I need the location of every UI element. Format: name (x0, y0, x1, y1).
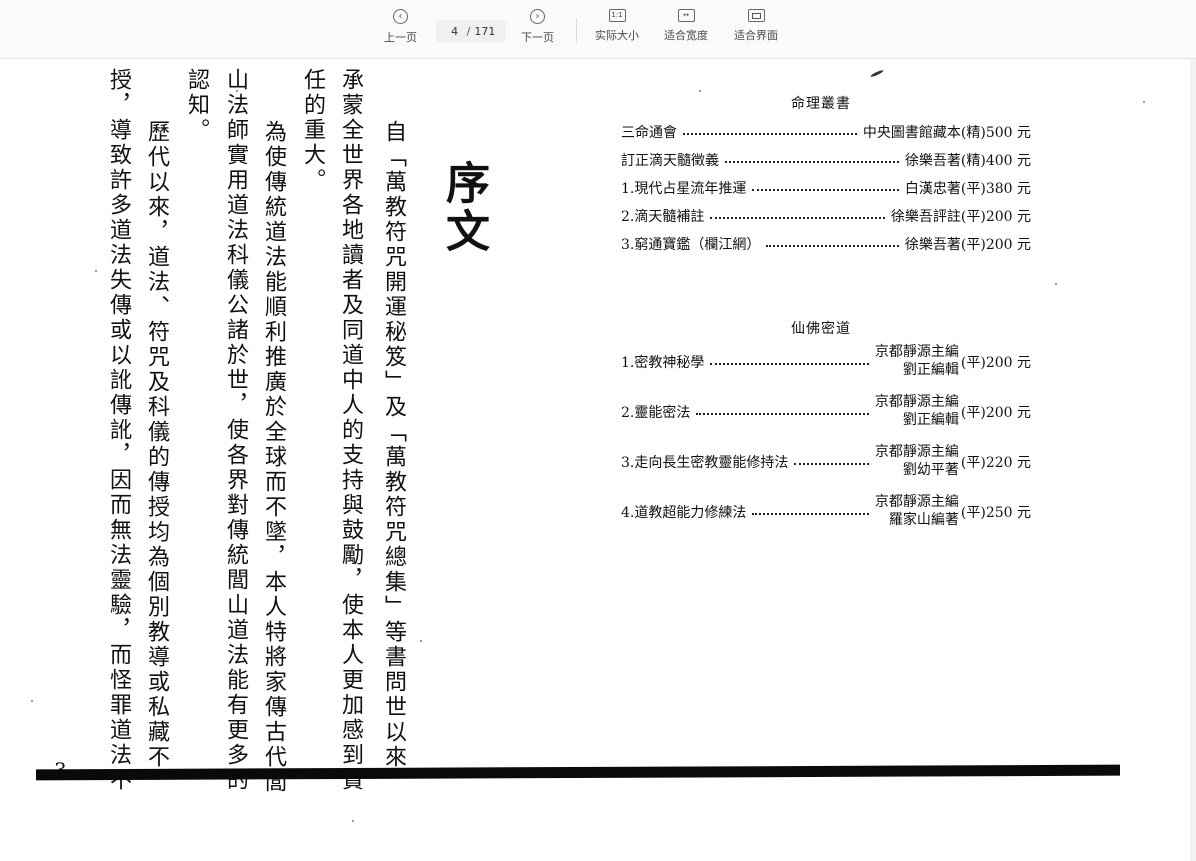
book-author: 中央圖書館藏本(精) (862, 125, 986, 141)
leader-dots (752, 189, 899, 191)
book-author-line2: 劉正編輯 (902, 411, 959, 428)
total-pages: 171 (474, 24, 496, 38)
book-author: 徐樂吾著(精) (904, 153, 986, 169)
book-author-line2: 劉正編輯 (902, 361, 959, 378)
scrollbar[interactable] (1190, 59, 1196, 861)
prev-page-label: 上一页 (384, 31, 417, 44)
book-price: 200 元 (985, 354, 1031, 371)
prev-page-button[interactable]: ‹ 上一页 (384, 9, 417, 45)
list-item: 三命通會 中央圖書館藏本(精) 500 元 (621, 122, 1031, 142)
book-authors: 京都靜源主編 羅家山編著 (875, 494, 959, 529)
chevron-right-icon: › (530, 9, 545, 24)
book-author: 白漢忠著(平) (904, 181, 986, 197)
section-title-buddhist: 仙佛密道 (791, 321, 851, 337)
page-number-input[interactable] (446, 24, 463, 38)
book-price: 500 元 (985, 125, 1031, 141)
next-page-label: 下一页 (521, 31, 554, 44)
list-item: 1.現代占星流年推運 白漢忠著(平) 380 元 (621, 178, 1031, 198)
scan-speck (1143, 101, 1145, 103)
actual-size-label: 实际大小 (595, 29, 639, 42)
book-title: 1.密教神秘學 (621, 354, 705, 371)
leader-dots (710, 217, 885, 219)
leader-dots (710, 362, 869, 365)
fit-width-label: 适合宽度 (664, 29, 708, 42)
book-price: 200 元 (985, 404, 1031, 421)
fit-width-icon: ↔ (677, 9, 695, 22)
book-title: 訂正滴天髓徵義 (621, 153, 719, 169)
book-author-line2: 劉幼平著 (902, 461, 959, 478)
page-title: 序文 (438, 160, 489, 256)
book-title: 1.現代占星流年推運 (621, 181, 747, 197)
list-item: 2.靈能密法 京都靜源主編 劉正編輯 (平) 200 元 (621, 394, 1031, 429)
fit-page-button[interactable]: 适合界面 (734, 9, 778, 43)
scan-speck (420, 640, 422, 642)
book-author-line1: 京都靜源主編 (874, 444, 959, 460)
book-price: 200 元 (985, 209, 1031, 225)
list-item: 4.道教超能力修練法 京都靜源主編 羅家山編著 (平) 250 元 (621, 494, 1031, 529)
fit-page-label: 适合界面 (734, 29, 778, 42)
book-author-line1: 京都靜源主編 (874, 394, 959, 410)
book-authors: 京都靜源主編 劉正編輯 (875, 394, 959, 429)
scan-speck (1055, 283, 1057, 285)
text-column-4: 為使傳統道法能順利推廣於全球而不墜，本人特將家傳古代閭 (261, 120, 286, 795)
book-price: 220 元 (985, 454, 1031, 471)
section-title-fortune: 命理叢書 (791, 96, 851, 112)
book-author: 徐樂吾著(平) (904, 237, 986, 253)
list-item: 訂正滴天髓徵義 徐樂吾著(精) 400 元 (621, 150, 1031, 170)
leader-dots (696, 412, 869, 415)
book-author: 徐樂吾評註(平) (890, 209, 986, 225)
text-column-5: 山法師實用道法科儀公諸於世，使各界對傳統閭山道法能有更多的 (223, 68, 248, 793)
book-binding: (平) (960, 404, 986, 421)
book-title: 4.道教超能力修練法 (621, 504, 747, 521)
list-item: 1.密教神秘學 京都靜源主編 劉正編輯 (平) 200 元 (621, 344, 1031, 379)
scan-speck (236, 90, 238, 92)
text-column-8: 授，導致許多道法失傳或以訛傳訛，因而無法靈驗，而怪罪道法不 (106, 68, 131, 793)
page-separator: / (466, 24, 471, 38)
book-title: 2.靈能密法 (621, 404, 691, 421)
viewer-toolbar: ‹ 上一页 / 171 › 下一页 1:1 实际大小 ↔ 适合宽度 适合界面 (0, 0, 1196, 59)
book-authors: 京都靜源主編 劉幼平著 (875, 444, 959, 479)
book-title: 3.窮通寶鑑（欄江網） (621, 237, 761, 253)
text-column-6: 認知。 (184, 68, 209, 143)
book-binding: (平) (960, 454, 986, 471)
book-authors: 京都靜源主編 劉正編輯 (875, 344, 959, 379)
book-price: 380 元 (985, 181, 1031, 197)
list-item: 2.滴天髓補註 徐樂吾評註(平) 200 元 (621, 206, 1031, 226)
chevron-left-icon: ‹ (393, 9, 408, 24)
text-column-1: 自「萬教符咒開運秘笈」及「萬教符咒總集」等書問世以來， (381, 120, 406, 795)
next-page-button[interactable]: › 下一页 (521, 9, 554, 45)
fit-width-button[interactable]: ↔ 适合宽度 (664, 9, 708, 43)
actual-size-icon: 1:1 (608, 9, 626, 22)
list-item: 3.窮通寶鑑（欄江網） 徐樂吾著(平) 200 元 (621, 234, 1031, 254)
book-author-line1: 京都靜源主編 (874, 494, 959, 510)
fit-page-icon (747, 9, 765, 22)
book-price: 400 元 (985, 153, 1031, 169)
leader-dots (766, 245, 899, 247)
actual-size-button[interactable]: 1:1 实际大小 (595, 9, 639, 43)
book-price: 200 元 (985, 237, 1031, 253)
scan-speck (699, 90, 701, 92)
scan-speck (352, 820, 354, 822)
scan-speck (95, 270, 97, 272)
toolbar-divider (576, 18, 577, 42)
leader-dots (683, 133, 857, 135)
text-column-3: 任的重大。 (300, 68, 325, 193)
leader-dots (752, 512, 869, 515)
scan-speck (31, 700, 33, 702)
leader-dots (725, 161, 899, 163)
book-binding: (平) (960, 354, 986, 371)
book-title: 三命通會 (621, 125, 677, 141)
page-indicator: / 171 (436, 20, 506, 42)
leader-dots (794, 462, 869, 465)
book-title: 3.走向長生密教靈能修持法 (621, 454, 789, 471)
book-title: 2.滴天髓補註 (621, 209, 705, 225)
text-column-7: 歷代以來，道法、符咒及科儀的傳授均為個別教導或私藏不 (144, 120, 169, 770)
book-author-line1: 京都靜源主編 (874, 344, 959, 360)
book-binding: (平) (960, 504, 986, 521)
book-author-line2: 羅家山編著 (888, 511, 959, 528)
book-price: 250 元 (985, 504, 1031, 521)
list-item: 3.走向長生密教靈能修持法 京都靜源主編 劉幼平著 (平) 220 元 (621, 444, 1031, 479)
text-column-2: 承蒙全世界各地讀者及同道中人的支持與鼓勵，使本人更加感到責 (338, 68, 363, 793)
